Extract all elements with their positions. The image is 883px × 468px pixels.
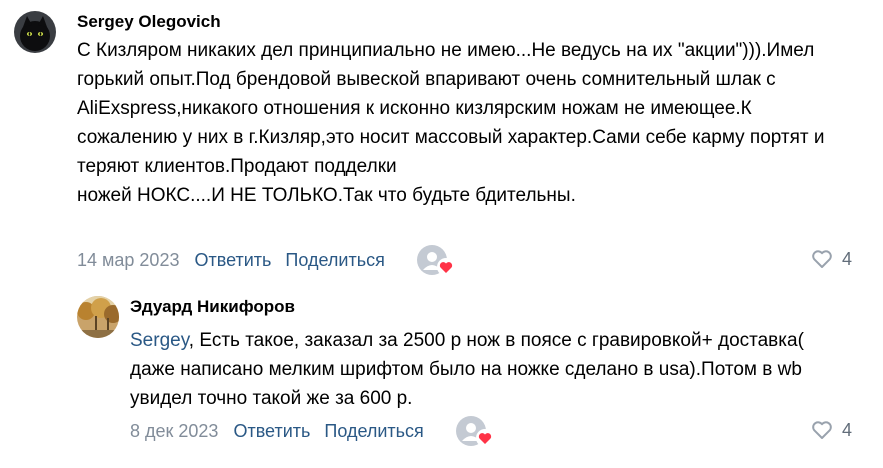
heart-filled-icon: [436, 258, 455, 276]
reactions-preview[interactable]: [455, 416, 496, 447]
comment-text: С Кизляром никаких дел принципиально не …: [77, 40, 825, 206]
like-count: 4: [842, 248, 853, 269]
comment-meta: 8 дек 2023 Ответить Поделиться: [130, 416, 496, 447]
comment-meta: 14 мар 2023 Ответить Поделиться: [77, 245, 457, 276]
heart-outline-icon: [812, 421, 832, 439]
autumn-forest-avatar-icon: [77, 296, 119, 338]
black-cat-avatar-icon: [14, 11, 56, 53]
comment-text: Sergey, Есть такое, заказал за 2500 р но…: [130, 326, 850, 413]
like-count: 4: [842, 419, 853, 440]
reply-button[interactable]: Ответить: [194, 250, 271, 271]
reactions-preview[interactable]: [416, 245, 457, 276]
like-button[interactable]: 4: [810, 247, 852, 271]
share-button[interactable]: Поделиться: [285, 250, 384, 271]
comment-author[interactable]: Эдуард Никифоров: [130, 297, 295, 317]
heart-filled-icon: [475, 429, 494, 447]
avatar[interactable]: [14, 11, 56, 53]
reply-button[interactable]: Ответить: [233, 421, 310, 442]
comment-author[interactable]: Sergey Olegovich: [77, 12, 221, 32]
heart-outline-icon: [812, 250, 832, 268]
comment-date[interactable]: 8 дек 2023: [130, 421, 218, 442]
mention-link[interactable]: Sergey: [130, 330, 189, 351]
like-button[interactable]: 4: [810, 418, 852, 442]
avatar[interactable]: [77, 296, 119, 338]
comment-body: , Есть такое, заказал за 2500 р нож в по…: [130, 330, 804, 409]
share-button[interactable]: Поделиться: [324, 421, 423, 442]
comment-date[interactable]: 14 мар 2023: [77, 250, 179, 271]
